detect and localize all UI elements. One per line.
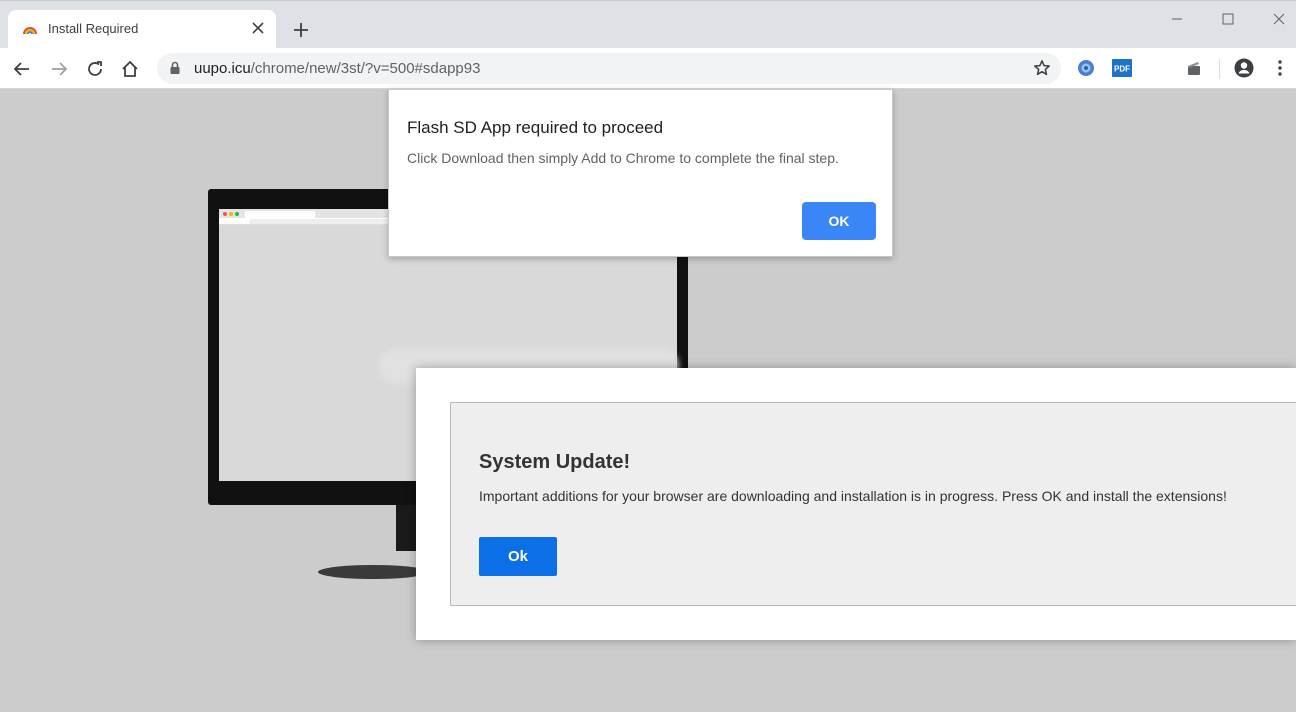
home-icon[interactable]: [117, 56, 143, 82]
back-arrow-icon[interactable]: [9, 56, 35, 82]
plus-icon[interactable]: [290, 19, 312, 41]
system-update-message: Important additions for your browser are…: [479, 488, 1227, 504]
url-text[interactable]: uupo.icu/chrome/new/3st/?v=500#sdapp93: [194, 60, 480, 77]
system-update-panel: System Update! Important additions for y…: [450, 402, 1296, 606]
pdf-badge-label: PDF: [1114, 65, 1130, 74]
globe-extension-icon[interactable]: [1076, 58, 1096, 78]
browser-toolbar: uupo.icu/chrome/new/3st/?v=500#sdapp93 P…: [0, 48, 1296, 89]
alert-message: Click Download then simply Add to Chrome…: [407, 150, 839, 166]
rainbow-favicon-icon: [22, 22, 38, 38]
tab-strip: Install Required: [0, 0, 1296, 49]
mini-tab: [245, 211, 315, 218]
bookmark-star-icon[interactable]: [1033, 59, 1051, 82]
system-update-modal: System Update! Important additions for y…: [416, 368, 1296, 640]
system-update-title: System Update!: [479, 451, 631, 473]
minimize-icon[interactable]: [1165, 7, 1189, 31]
alert-title: Flash SD App required to proceed: [407, 118, 664, 137]
toolbar-separator: [1219, 59, 1220, 79]
forward-arrow-icon[interactable]: [46, 56, 72, 82]
window-close-icon[interactable]: [1267, 7, 1291, 31]
more-vert-icon[interactable]: [1270, 58, 1290, 78]
system-update-ok-button[interactable]: Ok: [479, 537, 557, 576]
address-bar[interactable]: uupo.icu/chrome/new/3st/?v=500#sdapp93: [157, 53, 1061, 84]
flash-alert-dialog: Flash SD App required to proceed Click D…: [388, 89, 893, 257]
reload-icon[interactable]: [82, 56, 108, 82]
media-extension-icon[interactable]: [1184, 58, 1204, 78]
url-path: /chrome/new/3st/?v=500#sdapp93: [250, 60, 481, 77]
mini-dot: [223, 212, 227, 216]
mini-dot: [229, 212, 233, 216]
tab-title: Install Required: [48, 21, 139, 36]
close-icon[interactable]: [248, 18, 268, 38]
monitor-base: [318, 565, 428, 579]
url-host: uupo.icu: [194, 60, 251, 77]
mini-dot: [235, 212, 239, 216]
alert-ok-button[interactable]: OK: [802, 202, 876, 240]
lock-icon[interactable]: [169, 61, 181, 80]
pdf-extension-icon[interactable]: PDF: [1112, 58, 1132, 78]
profile-icon[interactable]: [1234, 58, 1254, 78]
maximize-icon[interactable]: [1216, 7, 1240, 31]
tab-install-required[interactable]: Install Required: [8, 10, 276, 49]
